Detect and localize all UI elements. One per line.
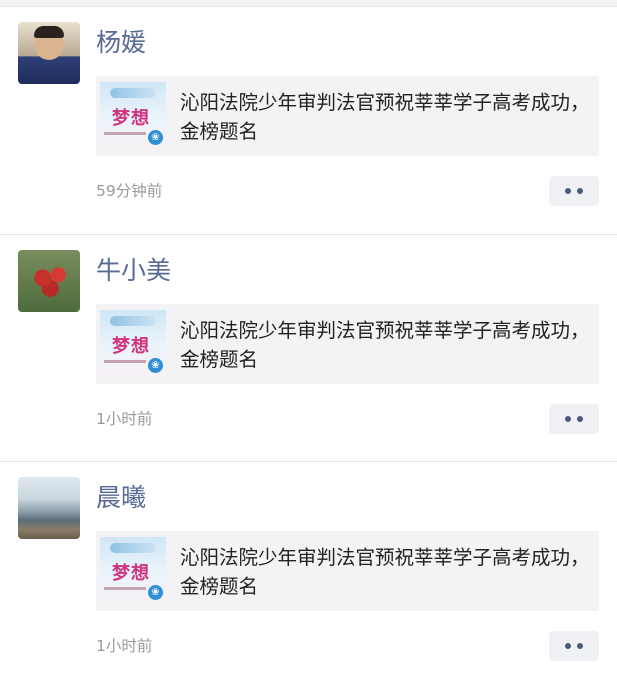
share-card[interactable]: 梦想 ❀ 沁阳法院少年审判法官预祝莘莘学子高考成功， 金榜题名: [96, 531, 599, 611]
mini-program-icon: ❀: [148, 585, 163, 600]
more-button[interactable]: [549, 404, 599, 434]
post-time: 1小时前: [96, 637, 153, 655]
thumbnail-text: 梦想: [112, 108, 150, 129]
author-name[interactable]: 牛小美: [96, 254, 171, 288]
avatar[interactable]: [18, 250, 80, 312]
share-thumbnail: 梦想 ❀: [100, 537, 166, 603]
share-title: 沁阳法院少年审判法官预祝莘莘学子高考成功， 金榜题名: [180, 91, 590, 143]
more-button[interactable]: [549, 631, 599, 661]
feed-item: 杨媛 梦想 ❀ 沁阳法院少年审判法官预祝莘莘学子高考成功， 金榜题名 59分钟前: [0, 6, 617, 234]
share-title: 沁阳法院少年审判法官预祝莘莘学子高考成功， 金榜题名: [180, 319, 590, 371]
post-time: 59分钟前: [96, 182, 163, 200]
more-dots-icon: [565, 643, 571, 649]
more-dots-icon: [565, 188, 571, 194]
feed-item: 牛小美 梦想 ❀ 沁阳法院少年审判法官预祝莘莘学子高考成功， 金榜题名 1小时前: [0, 234, 617, 462]
share-title: 沁阳法院少年审判法官预祝莘莘学子高考成功， 金榜题名: [180, 546, 590, 598]
avatar[interactable]: [18, 477, 80, 539]
more-button[interactable]: [549, 176, 599, 206]
mini-program-icon: ❀: [148, 358, 163, 373]
feed-item: 晨曦 梦想 ❀ 沁阳法院少年审判法官预祝莘莘学子高考成功， 金榜题名 1小时前: [0, 461, 617, 689]
post-time: 1小时前: [96, 410, 153, 428]
more-dots-icon-dot: [577, 188, 583, 194]
more-dots-icon: [565, 416, 571, 422]
more-dots-icon-dot: [577, 416, 583, 422]
share-thumbnail: 梦想 ❀: [100, 310, 166, 376]
share-card[interactable]: 梦想 ❀ 沁阳法院少年审判法官预祝莘莘学子高考成功， 金榜题名: [96, 304, 599, 384]
avatar[interactable]: [18, 22, 80, 84]
more-dots-icon-dot: [577, 643, 583, 649]
author-name[interactable]: 杨媛: [96, 26, 146, 60]
author-name[interactable]: 晨曦: [96, 481, 146, 515]
share-card[interactable]: 梦想 ❀ 沁阳法院少年审判法官预祝莘莘学子高考成功， 金榜题名: [96, 76, 599, 156]
mini-program-icon: ❀: [148, 130, 163, 145]
thumbnail-text: 梦想: [112, 563, 150, 584]
share-thumbnail: 梦想 ❀: [100, 82, 166, 148]
thumbnail-text: 梦想: [112, 336, 150, 357]
